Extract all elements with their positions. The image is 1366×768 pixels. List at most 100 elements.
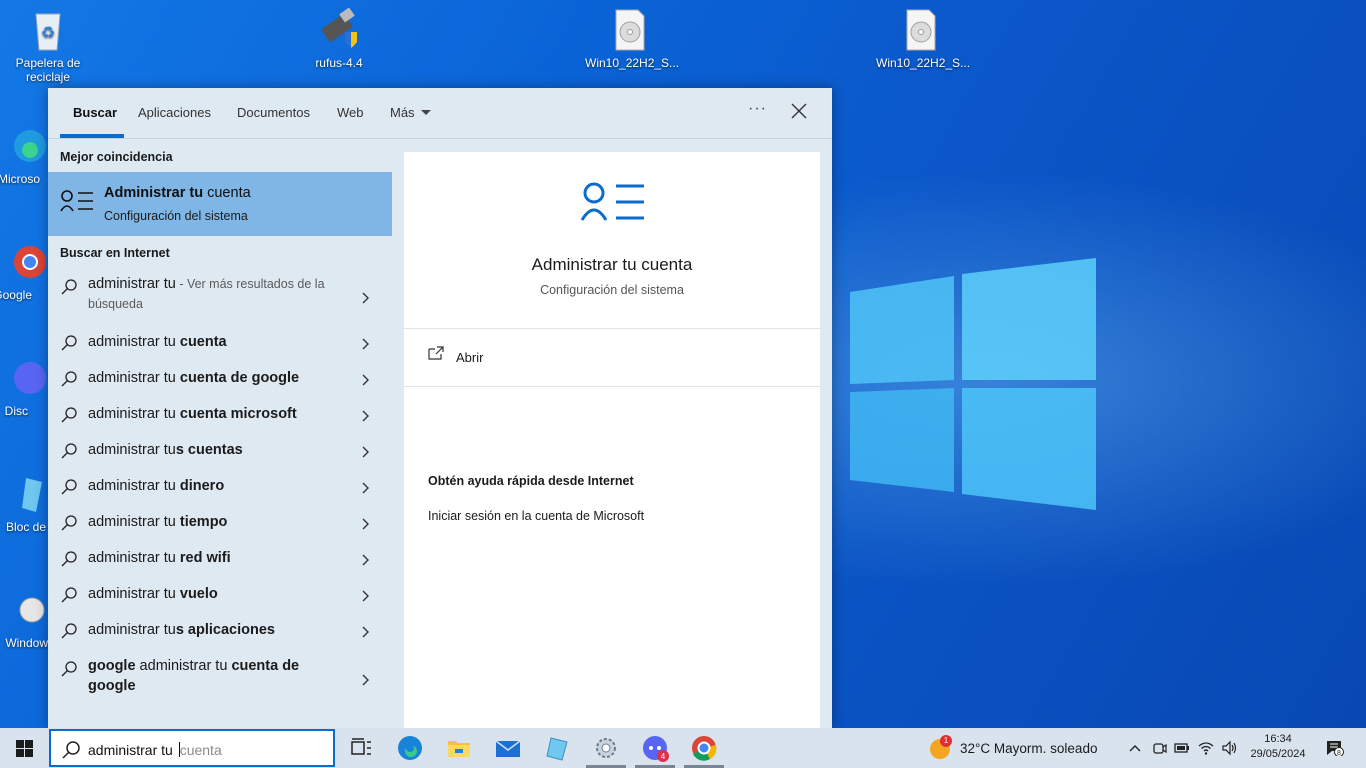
tab-aplicaciones[interactable]: Aplicaciones	[138, 105, 211, 120]
web-result-item[interactable]: administrar tu cuenta microsoft	[48, 404, 392, 428]
web-result-item[interactable]: administrar tu red wifi	[48, 548, 392, 572]
notepad-icon[interactable]	[543, 734, 571, 762]
search-icon	[62, 741, 80, 759]
web-result-item[interactable]: administrar tu cuenta de google	[48, 368, 392, 392]
quick-help-header: Obtén ayuda rápida desde Internet	[428, 474, 634, 488]
chevron-right-icon[interactable]	[360, 410, 370, 422]
web-result-item[interactable]: administrar tu dinero	[48, 476, 392, 500]
desktop-icon-label: rufus-4.4	[315, 56, 363, 70]
search-icon	[61, 661, 77, 677]
chevron-right-icon[interactable]	[360, 292, 370, 304]
clock[interactable]: 16:34 29/05/2024	[1248, 732, 1308, 762]
chevron-right-icon[interactable]	[360, 446, 370, 458]
best-match-header: Mejor coincidencia	[60, 150, 173, 164]
best-match-subtitle: Configuración del sistema	[104, 209, 248, 223]
tab-mas-label: Más	[390, 105, 415, 120]
windows-logo-wallpaper	[850, 258, 1096, 510]
disc-image-file-icon	[615, 9, 645, 51]
chrome-icon	[14, 246, 46, 278]
search-icon	[61, 623, 77, 639]
web-result-text: administrar tu vuelo	[88, 586, 218, 602]
divider	[404, 328, 820, 329]
web-result-text: administrar tu cuenta	[88, 334, 227, 350]
desktop-icon-win10-iso-1[interactable]: Win10_22H2_S...	[585, 8, 679, 70]
chevron-right-icon[interactable]	[360, 674, 370, 686]
chrome-icon[interactable]	[690, 734, 718, 762]
web-result-item[interactable]: administrar tus aplicaciones	[48, 620, 392, 644]
recycle-bin-icon: ♻	[35, 13, 61, 51]
best-match-item[interactable]: Administrar tu cuenta Configuración del …	[48, 172, 392, 236]
desktop-icon-win10-iso-2[interactable]: Win10_22H2_S...	[876, 8, 971, 70]
file-explorer-icon[interactable]	[445, 734, 473, 762]
search-icon	[61, 443, 77, 459]
web-result-item[interactable]: google administrar tu cuenta de google	[48, 656, 392, 704]
notifications-icon[interactable]: 8	[1326, 740, 1344, 756]
chevron-down-icon	[420, 110, 431, 115]
wifi-icon[interactable]	[1198, 740, 1214, 756]
edge-icon[interactable]	[396, 734, 424, 762]
preview-subtitle: Configuración del sistema	[540, 283, 684, 297]
search-tabs: Buscar Aplicaciones Documentos Web Más ·…	[48, 88, 832, 139]
desktop-icon-recycle-bin[interactable]: ♻ Papelera de reciclaje	[3, 8, 93, 84]
search-icon	[61, 407, 77, 423]
web-result-item[interactable]: administrar tu - Ver más resultados de l…	[48, 274, 392, 322]
tab-documentos[interactable]: Documentos	[237, 105, 310, 120]
best-match-title: Administrar tu cuenta	[104, 185, 251, 201]
web-result-item[interactable]: administrar tu cuenta	[48, 332, 392, 356]
desktop-icon-label: Win10_22H2_S...	[876, 56, 971, 70]
chevron-right-icon[interactable]	[360, 590, 370, 602]
svg-text:♻: ♻	[41, 25, 55, 42]
settings-tools-icon[interactable]	[592, 734, 620, 762]
search-icon	[61, 335, 77, 351]
quick-help-link[interactable]: Iniciar sesión en la cuenta de Microsoft	[428, 509, 644, 523]
open-action-label: Abrir	[456, 350, 484, 365]
search-panel: Buscar Aplicaciones Documentos Web Más ·…	[48, 88, 832, 728]
weather-badge: 1	[940, 735, 952, 747]
web-result-text: administrar tu tiempo	[88, 514, 228, 530]
desktop-icon-rufus[interactable]: rufus-4.4	[294, 8, 384, 70]
preview-pane: Administrar tu cuenta Configuración del …	[404, 152, 820, 728]
chevron-right-icon[interactable]	[360, 518, 370, 530]
chevron-right-icon[interactable]	[360, 626, 370, 638]
discord-icon[interactable]: 4	[641, 734, 669, 762]
web-result-text: administrar tu cuenta de google	[88, 370, 300, 386]
chevron-right-icon[interactable]	[360, 554, 370, 566]
battery-icon[interactable]	[1174, 740, 1190, 756]
web-result-item[interactable]: administrar tus cuentas	[48, 440, 392, 464]
meet-now-icon[interactable]	[1151, 740, 1167, 756]
task-view-icon[interactable]	[347, 734, 375, 762]
weather-text: 32°C Mayorm. soleado	[960, 741, 1098, 756]
tab-web[interactable]: Web	[337, 105, 364, 120]
desktop-icon-label: Papelera de reciclaje	[15, 56, 81, 84]
taskbar: administrar tu cuenta 4 1 32°C Mayorm. s…	[0, 728, 1366, 768]
chevron-right-icon[interactable]	[360, 482, 370, 494]
search-icon	[61, 587, 77, 603]
discord-icon	[14, 362, 46, 394]
chevron-right-icon[interactable]	[360, 338, 370, 350]
volume-icon[interactable]	[1221, 740, 1237, 756]
search-icon	[61, 515, 77, 531]
disc-image-file-icon	[906, 9, 936, 51]
search-icon	[61, 479, 77, 495]
mail-icon[interactable]	[494, 734, 522, 762]
web-search-header: Buscar en Internet	[60, 246, 170, 260]
chevron-right-icon[interactable]	[360, 374, 370, 386]
edge-icon	[14, 130, 46, 162]
web-result-text: administrar tu cuenta microsoft	[88, 406, 297, 422]
account-settings-icon	[60, 190, 93, 212]
taskbar-search-box[interactable]: administrar tu cuenta	[49, 729, 335, 767]
web-result-text: administrar tus cuentas	[88, 442, 243, 458]
tab-mas[interactable]: Más	[390, 105, 431, 120]
disc-image-file-icon	[19, 597, 45, 623]
web-result-item[interactable]: administrar tu tiempo	[48, 512, 392, 536]
search-input-text: administrar tu cuenta	[88, 742, 222, 758]
web-result-text: google administrar tu cuenta de google	[88, 658, 300, 694]
search-icon	[61, 551, 77, 567]
more-options-button[interactable]: ···	[748, 100, 767, 118]
tab-buscar[interactable]: Buscar	[73, 105, 117, 120]
windows-start-icon[interactable]	[16, 740, 33, 757]
search-icon	[61, 371, 77, 387]
web-result-item[interactable]: administrar tu vuelo	[48, 584, 392, 608]
chevron-up-icon[interactable]	[1127, 740, 1143, 756]
close-icon[interactable]	[790, 102, 808, 120]
